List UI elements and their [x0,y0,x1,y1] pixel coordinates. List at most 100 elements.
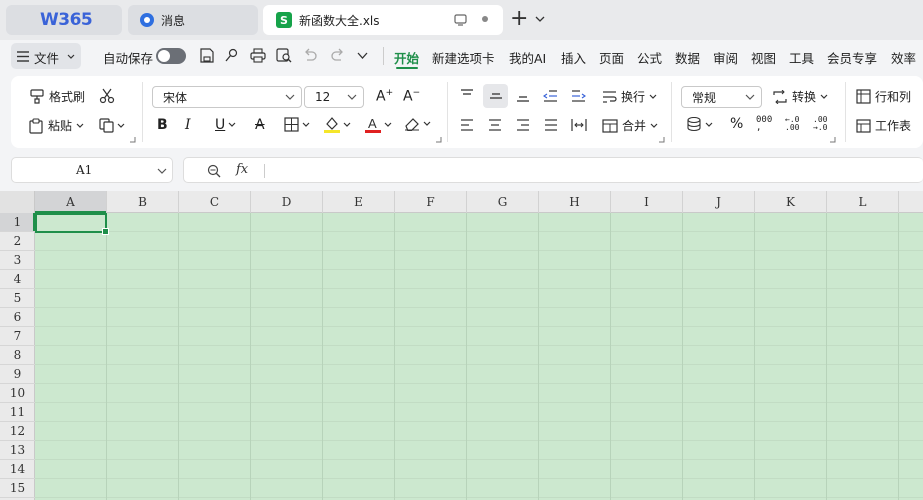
column-header-e[interactable]: E [323,191,395,213]
row-header-10[interactable]: 10 [0,384,35,403]
row-header-5[interactable]: 5 [0,289,35,308]
select-all-corner[interactable] [0,191,35,213]
currency-button[interactable] [687,117,713,132]
decrease-decimal-button[interactable]: .00 →.0 [813,116,827,132]
group-expand-icon[interactable] [436,137,442,143]
column-header-c[interactable]: C [179,191,251,213]
column-header-k[interactable]: K [755,191,827,213]
column-header-f[interactable]: F [395,191,467,213]
paste-button[interactable]: 粘贴 [29,117,84,134]
menu-tab-member[interactable]: 会员专享 [827,48,877,67]
zoom-search-icon[interactable] [207,164,221,178]
row-header-14[interactable]: 14 [0,460,35,479]
row-header-4[interactable]: 4 [0,270,35,289]
font-color-button[interactable]: A [365,116,392,133]
menu-tab-my-ai[interactable]: 我的AI [509,48,546,67]
font-size-select[interactable]: 12 [304,86,364,108]
column-header-g[interactable]: G [467,191,539,213]
percent-button[interactable]: % [730,116,743,132]
borders-button[interactable] [284,117,310,132]
share-link-icon[interactable] [224,48,239,63]
row-header-9[interactable]: 9 [0,365,35,384]
screen-icon[interactable] [454,14,467,26]
row-header-1[interactable]: 1 [0,213,35,232]
column-header-j[interactable]: J [683,191,755,213]
bold-button[interactable]: B [157,117,168,133]
column-header-b[interactable]: B [107,191,179,213]
number-format-select[interactable]: 常规 [681,86,762,108]
row-header-8[interactable]: 8 [0,346,35,365]
clear-format-button[interactable] [404,117,431,131]
thousands-separator-button[interactable]: 000, [756,116,772,133]
row-header-3[interactable]: 3 [0,251,35,270]
strikethrough-button[interactable]: A [255,117,265,133]
justify-icon[interactable] [544,119,558,131]
menu-tab-data[interactable]: 数据 [675,48,700,67]
decrease-indent-icon[interactable] [543,89,558,103]
align-top-icon[interactable] [460,89,474,101]
chevron-down-icon[interactable] [357,52,368,60]
increase-font-size-button[interactable]: A+ [376,88,393,105]
row-header-2[interactable]: 2 [0,232,35,251]
column-header-i[interactable]: I [611,191,683,213]
new-tab-button[interactable]: + [510,6,528,31]
cut-icon[interactable] [99,88,115,104]
insert-function-button[interactable]: fx [236,162,248,177]
increase-indent-icon[interactable] [571,89,586,103]
formula-input-box[interactable]: fx [183,157,923,183]
redo-icon[interactable] [331,48,345,62]
align-center-icon[interactable] [488,119,502,131]
save-icon[interactable] [199,48,214,63]
format-painter-button[interactable]: 格式刷 [29,88,85,105]
tab-w365[interactable]: W365 [6,5,122,35]
cell-area[interactable] [35,213,923,500]
wrap-text-button[interactable]: 换行 [602,88,657,105]
rows-columns-button[interactable]: 行和列 [856,88,911,105]
menu-tab-insert[interactable]: 插入 [561,48,586,67]
tab-document[interactable]: S 新函数大全.xls [263,5,503,35]
italic-button[interactable]: I [185,117,191,133]
row-header-11[interactable]: 11 [0,403,35,422]
name-box[interactable]: A1 [11,157,173,183]
menu-tab-view[interactable]: 视图 [751,48,776,67]
align-right-icon[interactable] [516,119,530,131]
menu-tab-formulas[interactable]: 公式 [637,48,662,67]
group-expand-icon[interactable] [830,137,836,143]
row-header-13[interactable]: 13 [0,441,35,460]
distributed-align-icon[interactable] [571,118,587,132]
menu-tab-review[interactable]: 审阅 [713,48,738,67]
column-header-h[interactable]: H [539,191,611,213]
menu-tab-efficiency[interactable]: 效率 [891,48,916,67]
menu-tab-home[interactable]: 开始 [394,48,419,67]
row-header-12[interactable]: 12 [0,422,35,441]
decrease-font-size-button[interactable]: A− [403,88,420,105]
column-header-a[interactable]: A [35,191,107,213]
autosave-toggle[interactable] [156,48,186,64]
file-menu-button[interactable]: 文件 [11,43,81,69]
font-name-select[interactable]: 宋体 [152,86,302,108]
selected-cell-a1[interactable] [35,213,109,235]
row-header-15[interactable]: 15 [0,479,35,498]
unsaved-dot-icon[interactable] [482,16,488,22]
align-middle-button[interactable] [483,84,508,108]
column-header-d[interactable]: D [251,191,323,213]
row-header-7[interactable]: 7 [0,327,35,346]
underline-button[interactable]: U [215,117,236,133]
group-expand-icon[interactable] [659,137,665,143]
fill-color-button[interactable] [324,116,351,133]
tab-messages[interactable]: 消息 [128,5,258,35]
convert-button[interactable]: 转换 [772,88,828,105]
menu-tab-new-tab[interactable]: 新建选项卡 [432,48,495,67]
menu-tab-page[interactable]: 页面 [599,48,624,67]
merge-cells-button[interactable]: 合并 [602,117,658,134]
worksheet-button[interactable]: 工作表 [856,117,911,134]
align-bottom-icon[interactable] [516,91,530,103]
group-expand-icon[interactable] [130,137,136,143]
align-left-icon[interactable] [460,119,474,131]
copy-button[interactable] [99,118,125,133]
print-icon[interactable] [250,48,266,63]
chevron-down-icon[interactable] [535,15,545,23]
undo-icon[interactable] [303,48,317,62]
column-header-l[interactable]: L [827,191,899,213]
row-header-6[interactable]: 6 [0,308,35,327]
